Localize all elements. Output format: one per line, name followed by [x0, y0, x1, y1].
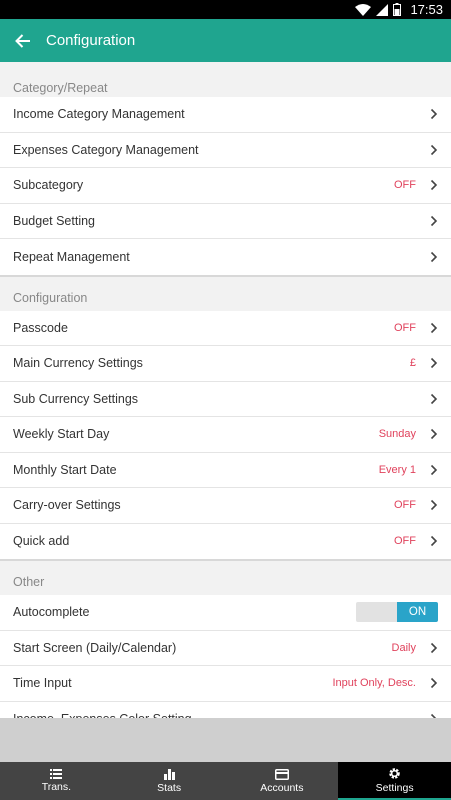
settings-row[interactable]: Income Category Management: [0, 97, 451, 133]
chevron-right-icon: [430, 215, 438, 226]
section-header: Other: [0, 559, 451, 595]
back-button[interactable]: [0, 19, 46, 62]
settings-row[interactable]: Passcode OFF: [0, 310, 451, 346]
chevron-right-icon: [430, 109, 438, 120]
settings-row-label: Passcode: [13, 320, 68, 335]
nav-settings-label: Settings: [375, 781, 414, 794]
settings-group: Autocomplete ON Start Screen (Daily/Calend…: [0, 595, 451, 718]
settings-row-label: Main Currency Settings: [13, 356, 143, 371]
settings-row-label: Time Input: [13, 676, 72, 691]
settings-row-label: Start Screen (Daily/Calendar): [13, 640, 177, 655]
battery-icon: [393, 3, 402, 16]
settings-row-label: Income Category Management: [13, 107, 185, 122]
chevron-right-icon: [430, 500, 438, 511]
settings-row-label: Autocomplete: [13, 605, 90, 620]
settings-row[interactable]: Budget Setting: [0, 203, 451, 239]
settings-row-label: Monthly Start Date: [13, 462, 117, 477]
gear-icon: [389, 767, 400, 779]
settings-row-value: Daily: [391, 641, 416, 654]
chevron-right-icon: [430, 251, 438, 262]
chevron-right-icon: [430, 322, 438, 333]
app-bar: Configuration: [0, 19, 451, 62]
settings-row-label: Expenses Category Management: [13, 142, 199, 157]
settings-row[interactable]: Income, Expenses Color Setting: [0, 701, 451, 718]
settings-row-label: Carry-over Settings: [13, 498, 121, 513]
settings-row-label: Sub Currency Settings: [13, 391, 139, 406]
nav-trans-label: Trans.: [41, 781, 72, 793]
nav-stats[interactable]: Stats: [113, 762, 226, 800]
settings-row[interactable]: Autocomplete ON: [0, 595, 451, 631]
settings-row[interactable]: Carry-over Settings OFF: [0, 488, 451, 524]
settings-row-value: OFF: [394, 321, 416, 334]
settings-row-value: Sunday: [378, 428, 416, 441]
settings-group: Passcode OFF Main Currency Settings £ Sub Cu…: [0, 310, 451, 559]
nav-trans[interactable]: Trans.: [0, 762, 113, 800]
chevron-right-icon: [430, 393, 438, 404]
settings-row[interactable]: Quick add OFF: [0, 523, 451, 559]
settings-row-label: Quick add: [13, 534, 70, 549]
settings-row[interactable]: Subcategory OFF: [0, 168, 451, 204]
chevron-right-icon: [430, 536, 438, 547]
chevron-right-icon: [430, 429, 438, 440]
nav-accounts-label: Accounts: [260, 781, 304, 794]
toggle-off-side: [356, 602, 397, 623]
section-header: Configuration: [0, 274, 451, 311]
settings-row-value: OFF: [394, 499, 416, 512]
settings-row-label: Weekly Start Day: [13, 427, 110, 442]
toggle-on-label: ON: [397, 602, 438, 623]
settings-row[interactable]: Weekly Start Day Sunday: [0, 417, 451, 453]
settings-row-value: OFF: [394, 535, 416, 548]
wifi-icon: [355, 3, 372, 16]
settings-row[interactable]: Main Currency Settings £: [0, 346, 451, 382]
chevron-right-icon: [430, 144, 438, 155]
settings-row[interactable]: Expenses Category Management: [0, 132, 451, 168]
page-title: Configuration: [46, 32, 136, 49]
settings-row[interactable]: Repeat Management: [0, 239, 451, 275]
bottom-nav: Trans. Stats Accounts Settings: [0, 762, 451, 800]
chevron-right-icon: [430, 642, 438, 653]
nav-stats-label: Stats: [157, 781, 182, 794]
chevron-right-icon: [430, 358, 438, 369]
bar-chart-icon: [163, 768, 175, 780]
settings-row[interactable]: Monthly Start Date Every 1: [0, 452, 451, 488]
autocomplete-toggle[interactable]: ON: [356, 602, 438, 623]
nav-accounts[interactable]: Accounts: [226, 762, 339, 800]
settings-list[interactable]: Category/Repeat Income Category Managemen…: [0, 62, 451, 718]
chevron-right-icon: [430, 180, 438, 191]
settings-row-value: Input Only, Desc.: [332, 677, 416, 690]
list-icon: [50, 769, 63, 779]
settings-row[interactable]: Time Input Input Only, Desc.: [0, 666, 451, 702]
settings-row[interactable]: Start Screen (Daily/Calendar) Daily: [0, 630, 451, 666]
settings-row-value: OFF: [394, 179, 416, 192]
status-time: 17:53: [410, 2, 443, 17]
settings-row-label: Subcategory: [13, 178, 84, 193]
settings-group: Income Category Management Expenses Categ…: [0, 97, 451, 275]
arrow-back-icon: [15, 33, 30, 48]
chevron-right-icon: [430, 678, 438, 689]
settings-row-label: Budget Setting: [13, 213, 96, 228]
settings-row[interactable]: Sub Currency Settings: [0, 381, 451, 417]
wallet-icon: [274, 768, 289, 780]
nav-settings[interactable]: Settings: [338, 762, 451, 800]
settings-row-value: Every 1: [378, 463, 416, 476]
settings-row-value: £: [409, 357, 416, 370]
signal-icon: [376, 3, 389, 16]
section-header: Category/Repeat: [0, 62, 451, 97]
settings-row-label: Repeat Management: [13, 249, 130, 264]
empty-area: [0, 718, 451, 762]
chevron-right-icon: [430, 464, 438, 475]
status-bar: 17:53: [0, 0, 451, 19]
